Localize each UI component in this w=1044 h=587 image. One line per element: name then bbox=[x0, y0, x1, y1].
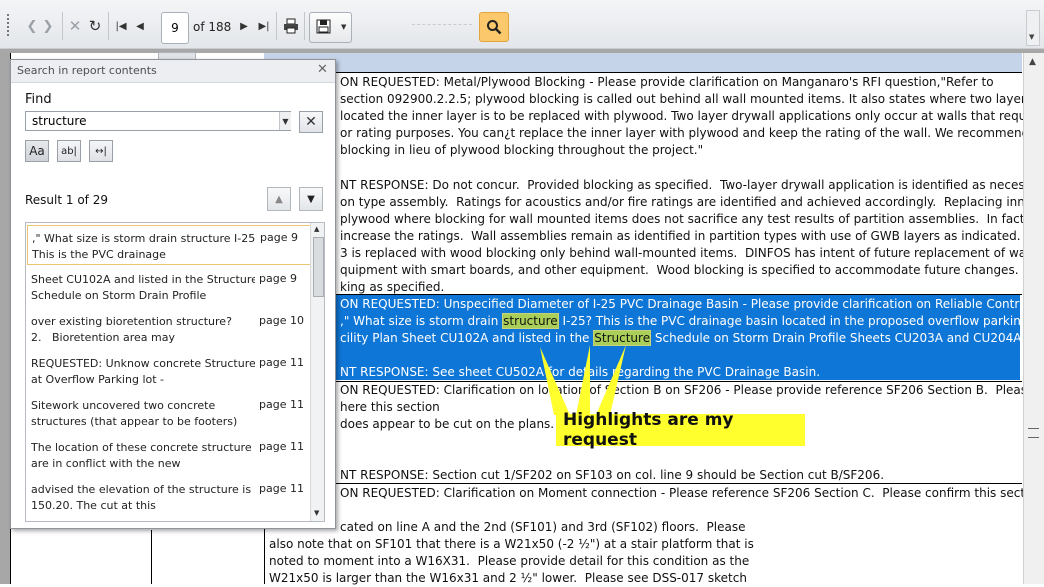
result-page: page 11 bbox=[259, 356, 304, 369]
search-panel-title: Search in report contents bbox=[17, 64, 157, 77]
column-divider bbox=[151, 530, 152, 584]
result-item[interactable]: REQUESTED: Unknow concrete Structures at… bbox=[27, 351, 311, 391]
clear-search-button[interactable]: ✕ bbox=[299, 111, 323, 133]
report-line: also note that on SF101 that there is a … bbox=[269, 537, 754, 551]
page-number-input[interactable]: 9 bbox=[161, 12, 189, 44]
result-text: ," What size is storm drain structure I-… bbox=[32, 232, 256, 261]
result-item[interactable]: Sheet CU102A and listed in the Structure… bbox=[27, 267, 311, 307]
match-case-button[interactable]: Aa bbox=[25, 140, 49, 162]
result-text: advised the elevation of the structure i… bbox=[31, 483, 252, 512]
scroll-up-icon[interactable]: ▲ bbox=[1029, 57, 1036, 67]
scroll-thumb[interactable] bbox=[313, 237, 324, 297]
search-input[interactable]: structure bbox=[25, 111, 291, 131]
report-line: increase the ratings. Wall assemblies re… bbox=[340, 229, 1044, 243]
report-line: ON REQUESTED: Metal/Plywood Blocking - P… bbox=[340, 75, 994, 89]
report-line: located the inner layer is to be replace… bbox=[340, 109, 1042, 123]
first-page-icon[interactable]: |◀ bbox=[113, 15, 129, 37]
result-text: REQUESTED: Unknow concrete Structures at… bbox=[31, 357, 255, 386]
save-dropdown-button[interactable]: ▼ bbox=[309, 12, 352, 43]
result-text: Sitework uncovered two concrete structur… bbox=[31, 399, 238, 428]
report-line: ON REQUESTED: Clarification on location … bbox=[340, 383, 1044, 397]
prev-page-icon[interactable]: ◀ bbox=[132, 15, 148, 37]
stop-icon[interactable]: ✕ bbox=[67, 15, 83, 37]
result-page: page 9 bbox=[260, 231, 298, 244]
result-page: page 9 bbox=[259, 272, 297, 285]
report-line: does appear to be cut on the plans. bbox=[340, 417, 555, 431]
toolbar-separator bbox=[304, 12, 305, 40]
print-icon[interactable] bbox=[281, 15, 301, 37]
scroll-up-icon[interactable]: ▲ bbox=[314, 225, 319, 233]
close-icon[interactable]: ✕ bbox=[317, 62, 328, 77]
report-line: NT RESPONSE: Do not concur. Provided blo… bbox=[340, 178, 1044, 192]
scroll-down-icon[interactable]: ▼ bbox=[314, 509, 319, 517]
report-line: cated on line A and the 2nd (SF101) and … bbox=[340, 520, 746, 534]
toolbar-grip[interactable] bbox=[7, 14, 12, 36]
next-result-button[interactable]: ▼ bbox=[299, 187, 323, 211]
search-icon[interactable] bbox=[479, 12, 509, 42]
report-line: cility Plan Sheet CU102A and listed in t… bbox=[340, 330, 1031, 346]
result-page: page 11 bbox=[259, 440, 304, 453]
annotation-callout: Highlights are my request bbox=[556, 410, 805, 450]
toolbar-separator bbox=[276, 12, 277, 40]
search-panel: Search in report contents ✕ Find structu… bbox=[10, 59, 336, 529]
report-line: noted to moment into a W16X31. Please pr… bbox=[269, 554, 750, 568]
report-line: quipment with smart boards, and other eq… bbox=[340, 263, 1019, 277]
page-count-label: of 188 bbox=[193, 20, 232, 34]
result-item[interactable]: Sitework uncovered two concrete structur… bbox=[27, 393, 311, 433]
report-line: 3 is replaced with wood blocking only be… bbox=[340, 246, 1038, 260]
result-item[interactable]: The location of these concrete structure… bbox=[27, 435, 311, 475]
chevron-down-icon[interactable]: ▼ bbox=[279, 112, 291, 130]
report-line: section 092900.2.2.5; plywood blocking i… bbox=[340, 92, 1044, 106]
report-line: ON REQUESTED: Unspecified Diameter of I-… bbox=[340, 297, 1044, 311]
previous-result-button[interactable]: ▲ bbox=[267, 187, 291, 211]
toolbar-spacer bbox=[412, 24, 472, 26]
search-panel-header[interactable]: Search in report contents ✕ bbox=[11, 60, 335, 83]
toolbar-separator bbox=[108, 12, 109, 40]
report-line: plywood where blocking for wall mounted … bbox=[340, 212, 1044, 226]
direction-button[interactable]: ↔| bbox=[89, 140, 113, 162]
refresh-icon[interactable]: ↻ bbox=[86, 15, 104, 37]
result-text: The location of these concrete structure… bbox=[31, 441, 252, 470]
report-line: ," What size is storm drain structure I-… bbox=[340, 313, 1044, 329]
scroll-thumb[interactable] bbox=[1028, 428, 1039, 438]
search-results-list: ," What size is storm drain structure I-… bbox=[25, 222, 325, 522]
report-header-row bbox=[264, 53, 1022, 73]
result-text: over existing bioretention structure? 2.… bbox=[31, 315, 232, 344]
results-scrollbar[interactable]: ▲ ▼ bbox=[310, 223, 324, 521]
report-scrollbar[interactable]: ▲ bbox=[1023, 53, 1044, 584]
row-border bbox=[264, 483, 1022, 484]
search-highlight: Structure bbox=[593, 330, 652, 346]
report-line: blocking in lieu of plywood blocking thr… bbox=[340, 143, 704, 157]
report-line: or rating purposes. You can¿t replace th… bbox=[340, 126, 1030, 140]
result-page: page 11 bbox=[259, 482, 304, 495]
result-page: page 11 bbox=[259, 398, 304, 411]
report-toolbar: ❮ ❯ ✕ ↻ |◀ ◀ 9 of 188 ▶ ▶| ▼ ▼ bbox=[0, 0, 1044, 49]
result-text: Sheet CU102A and listed in the Structure… bbox=[31, 273, 255, 302]
result-page: page 10 bbox=[259, 314, 304, 327]
back-icon[interactable]: ❮ bbox=[24, 15, 40, 37]
next-page-icon[interactable]: ▶ bbox=[236, 15, 252, 37]
report-line: on type assembly. Ratings for acoustics … bbox=[340, 195, 1044, 209]
forward-icon[interactable]: ❯ bbox=[40, 15, 56, 37]
whole-word-button[interactable]: ab| bbox=[57, 140, 81, 162]
report-line: ON REQUESTED: Clarification on Moment co… bbox=[340, 486, 1044, 500]
result-item[interactable]: advised the elevation of the structure i… bbox=[27, 477, 311, 517]
result-item[interactable]: ," What size is storm drain structure I-… bbox=[27, 225, 311, 265]
search-input-value: structure bbox=[32, 114, 87, 128]
toolbar-separator bbox=[62, 12, 63, 40]
search-highlight: structure bbox=[502, 313, 559, 329]
find-label: Find bbox=[25, 92, 52, 107]
result-count: Result 1 of 29 bbox=[25, 193, 108, 207]
callout-arrows bbox=[540, 345, 626, 415]
save-icon bbox=[316, 19, 331, 37]
report-line: here this section bbox=[340, 400, 440, 414]
report-line: W21x50 is larger than the W16x31 and 2 ½… bbox=[269, 571, 747, 585]
toolbar-overflow-button[interactable]: ▼ bbox=[1026, 10, 1040, 46]
result-item[interactable]: over existing bioretention structure? 2.… bbox=[27, 309, 311, 349]
chevron-down-icon: ▼ bbox=[341, 23, 347, 31]
last-page-icon[interactable]: ▶| bbox=[256, 15, 272, 37]
report-line: NT RESPONSE: Section cut 1/SF202 on SF10… bbox=[340, 468, 885, 482]
